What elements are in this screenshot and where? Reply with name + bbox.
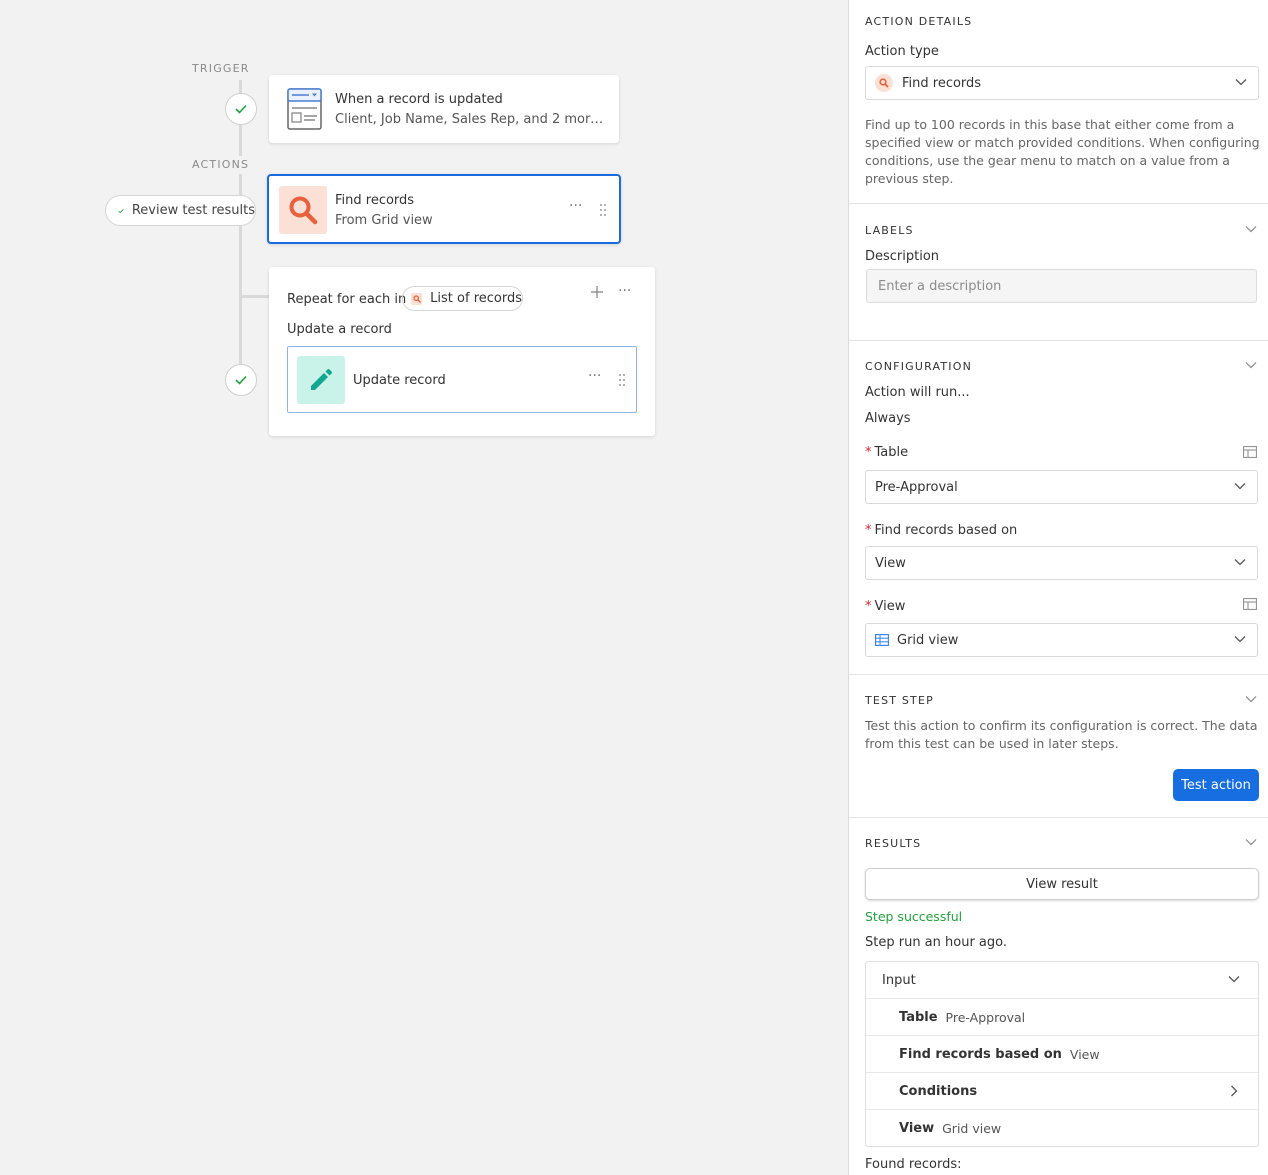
section-title: ACTION DETAILS	[865, 15, 973, 28]
action-description: Find up to 100 records in this base that…	[865, 117, 1260, 186]
trigger-subtitle: Client, Job Name, Sales Rep, and 2 more …	[335, 112, 605, 127]
form-record-icon	[287, 88, 322, 130]
repeat-prefix: Repeat for each in	[287, 292, 407, 307]
chevron-down-icon[interactable]	[1245, 693, 1257, 705]
actions-section-label: ACTIONS	[192, 158, 250, 171]
more-options-icon[interactable]: ···	[588, 368, 601, 384]
update-status-check	[225, 364, 257, 396]
drag-handle-icon[interactable]	[618, 373, 626, 387]
pencil-icon	[311, 369, 332, 390]
result-value: Grid view	[942, 1120, 1002, 1136]
update-record-icon-tile	[297, 356, 345, 404]
result-row: View Grid view	[866, 1109, 1258, 1146]
chevron-down-icon[interactable]	[1245, 223, 1257, 235]
search-icon	[289, 196, 318, 225]
result-key: View	[899, 1120, 935, 1136]
run-condition-label: Action will run...	[865, 385, 970, 400]
input-header[interactable]: Input	[866, 962, 1258, 998]
token-label: List of records	[430, 291, 522, 306]
description-label: Description	[865, 249, 940, 264]
more-options-icon[interactable]: ···	[569, 198, 582, 214]
input-header-label: Input	[882, 972, 916, 988]
step-run-time: Step run an hour ago.	[865, 935, 1008, 950]
based-on-value: View	[875, 555, 906, 571]
section-title: LABELS	[865, 224, 914, 237]
result-key: Table	[899, 1009, 938, 1025]
dynamic-value-icon[interactable]	[1243, 598, 1257, 610]
action-type-value: Find records	[902, 75, 982, 91]
configuration-section: CONFIGURATION Action will run... Always …	[849, 341, 1268, 675]
result-key: Find records based on	[899, 1046, 1062, 1062]
chevron-down-icon[interactable]	[1245, 836, 1257, 848]
find-records-icon-tile	[279, 186, 327, 234]
action-type-label: Action type	[865, 44, 939, 59]
chevron-down-icon	[1234, 483, 1246, 490]
view-label: * View	[865, 599, 906, 614]
found-records-label: Found records:	[865, 1157, 962, 1172]
action-details-section: ACTION DETAILS Action type Find records …	[849, 0, 1268, 204]
trigger-card[interactable]: When a record is updated Client, Job Nam…	[269, 75, 619, 143]
table-value: Pre-Approval	[875, 479, 958, 495]
update-record-card[interactable]: Update record ···	[287, 346, 637, 413]
based-on-select[interactable]: View	[865, 546, 1258, 580]
chevron-down-icon	[1234, 636, 1246, 643]
trigger-status-check	[225, 93, 257, 125]
trigger-section-label: TRIGGER	[192, 62, 250, 75]
search-icon	[875, 74, 893, 92]
table-select[interactable]: Pre-Approval	[865, 470, 1258, 504]
view-select[interactable]: Grid view	[865, 623, 1258, 657]
automation-canvas: TRIGGER ACTIONS When a record is updated…	[0, 0, 848, 1175]
action-type-select[interactable]: Find records	[865, 66, 1259, 100]
result-row: Table Pre-Approval	[866, 998, 1258, 1035]
view-value: Grid view	[897, 632, 959, 648]
check-icon	[235, 375, 247, 385]
result-value: View	[1069, 1046, 1100, 1062]
update-record-title: Update record	[353, 373, 446, 388]
view-result-button[interactable]: View result	[865, 868, 1259, 900]
result-row-conditions[interactable]: Conditions	[866, 1072, 1258, 1109]
result-key: Conditions	[899, 1083, 978, 1099]
add-icon[interactable]	[591, 286, 603, 298]
chevron-down-icon	[1234, 559, 1246, 566]
review-test-results-button[interactable]: Review test results	[105, 195, 256, 226]
test-action-button[interactable]: Test action	[1173, 769, 1259, 801]
section-title: RESULTS	[865, 837, 922, 850]
find-records-card[interactable]: Find records From Grid view ···	[267, 174, 621, 244]
chevron-down-icon	[1235, 79, 1247, 86]
repeat-subtitle: Update a record	[287, 322, 392, 337]
list-of-records-token[interactable]: List of records	[402, 286, 523, 311]
review-test-results-label: Review test results	[131, 203, 255, 218]
result-value: Pre-Approval	[945, 1009, 1026, 1025]
check-icon	[235, 104, 247, 114]
section-title: CONFIGURATION	[865, 360, 973, 373]
chevron-down-icon	[1228, 976, 1240, 983]
result-row: Find records based on View	[866, 1035, 1258, 1072]
connector-line	[239, 124, 242, 156]
grid-view-icon	[875, 634, 889, 646]
dynamic-value-icon[interactable]	[1243, 446, 1257, 458]
step-status: Step successful	[865, 909, 963, 924]
drag-handle-icon[interactable]	[599, 203, 607, 217]
description-input[interactable]	[866, 269, 1257, 303]
table-label: * Table	[865, 445, 909, 460]
check-icon	[118, 208, 124, 213]
repeat-group-card[interactable]: Repeat for each in List of records ··· U…	[269, 267, 655, 436]
connector-branch	[239, 295, 269, 298]
chevron-right-icon	[1231, 1085, 1238, 1097]
more-options-icon[interactable]: ···	[618, 283, 631, 299]
trigger-title: When a record is updated	[335, 92, 503, 107]
find-records-title: Find records	[335, 193, 415, 208]
action-details-panel: ACTION DETAILS Action type Find records …	[848, 0, 1268, 1175]
chevron-down-icon[interactable]	[1245, 359, 1257, 371]
connector-line	[239, 80, 242, 94]
connector-line	[239, 174, 242, 196]
test-step-description: Test this action to confirm its configur…	[865, 718, 1258, 751]
result-input-panel: Input Table Pre-Approval Find records ba…	[865, 961, 1259, 1147]
labels-section: LABELS Description	[849, 204, 1268, 341]
search-icon	[411, 292, 423, 305]
find-records-subtitle: From Grid view	[335, 213, 433, 228]
based-on-label: * Find records based on	[865, 523, 1018, 538]
run-condition-value[interactable]: Always	[865, 411, 911, 426]
section-title: TEST STEP	[865, 694, 934, 707]
